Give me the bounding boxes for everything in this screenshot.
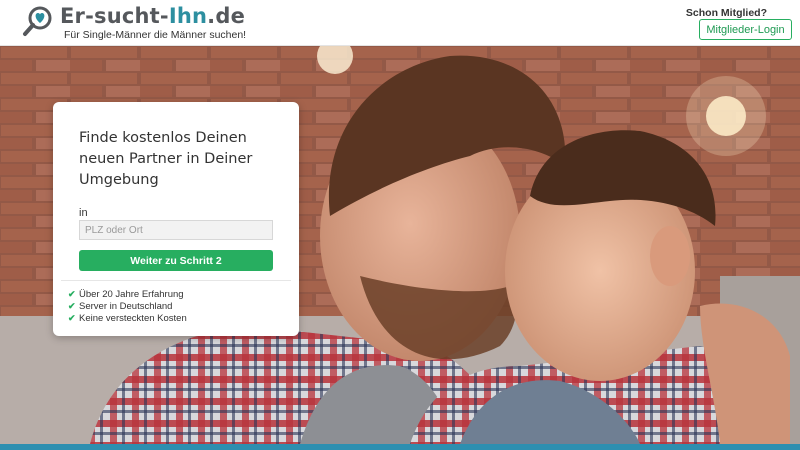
member-question: Schon Mitglied? xyxy=(685,7,767,19)
footer-strip xyxy=(0,444,800,450)
search-card: Finde kostenlos Deinen neuen Partner in … xyxy=(53,102,299,336)
card-divider xyxy=(61,280,291,281)
feature-list: ✔ Über 20 Jahre Erfahrung ✔ Server in Deut… xyxy=(68,288,187,324)
location-label: in xyxy=(79,207,88,219)
check-icon: ✔ xyxy=(68,300,76,311)
check-icon: ✔ xyxy=(68,312,76,323)
feature-item: ✔ Keine versteckten Kosten xyxy=(68,312,187,324)
logo[interactable]: Er-sucht-Ihn.de Für Single-Männer die Mä… xyxy=(22,4,246,41)
feature-item: ✔ Server in Deutschland xyxy=(68,300,173,312)
site-header: Er-sucht-Ihn.de Für Single-Männer die Mä… xyxy=(0,0,800,46)
logo-tagline: Für Single-Männer die Männer suchen! xyxy=(64,29,247,41)
check-icon: ✔ xyxy=(68,288,76,299)
logo-wordmark: Er-sucht-Ihn.de xyxy=(60,4,246,28)
feature-item: ✔ Über 20 Jahre Erfahrung xyxy=(68,288,184,300)
member-login-button[interactable]: Mitglieder-Login xyxy=(699,19,792,40)
magnifier-heart-icon xyxy=(23,6,52,36)
card-headline: Finde kostenlos Deinen neuen Partner in … xyxy=(79,130,253,188)
location-input[interactable] xyxy=(79,220,273,240)
next-step-button[interactable]: Weiter zu Schritt 2 xyxy=(79,250,273,271)
